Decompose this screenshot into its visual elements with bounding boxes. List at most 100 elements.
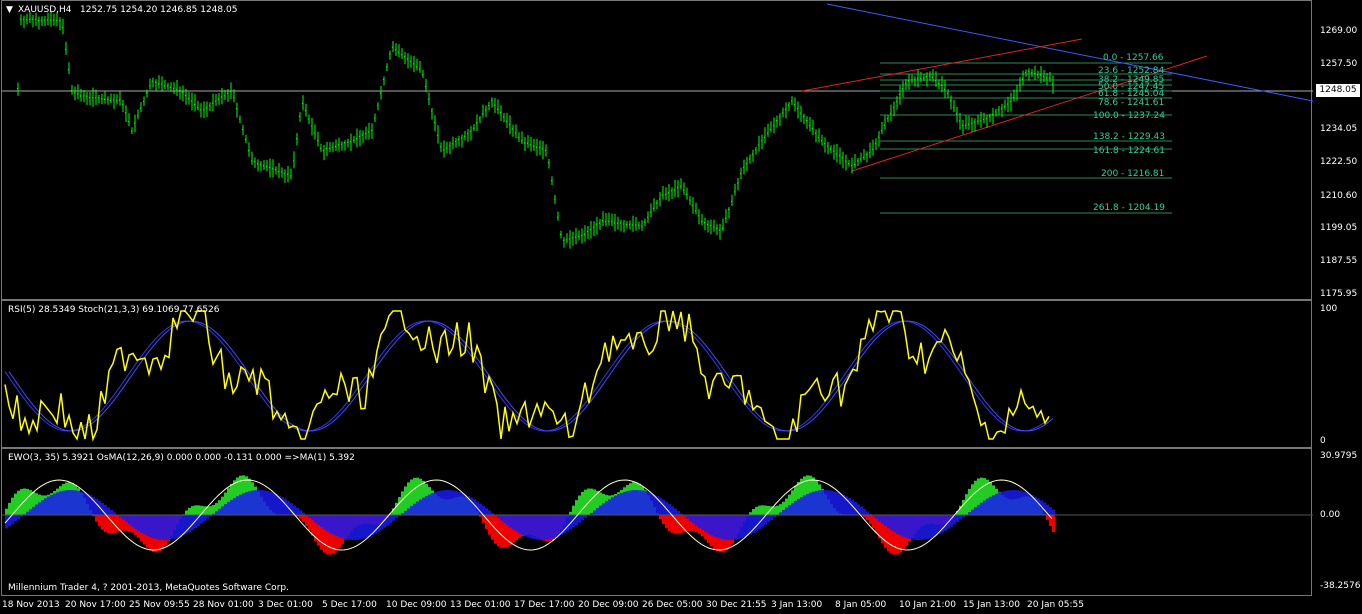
osma-bar xyxy=(500,515,503,521)
osma-bar xyxy=(161,515,164,540)
osma-bar xyxy=(545,515,548,540)
osma-bar xyxy=(701,515,704,530)
price-bar-tick xyxy=(934,79,937,82)
osma-bar xyxy=(245,492,248,515)
osma-bar xyxy=(755,515,758,532)
fib-label: 138.2 - 1229.43 xyxy=(1093,132,1165,142)
price-bar-tick xyxy=(313,132,316,134)
osma-bar xyxy=(344,515,347,540)
osma-bar xyxy=(932,515,935,538)
price-bar-tick xyxy=(706,223,709,226)
ewo-bar xyxy=(191,506,194,515)
osma-bar xyxy=(503,515,506,523)
osma-bar xyxy=(818,490,821,515)
ewo-bar xyxy=(590,488,593,515)
osma-bar xyxy=(365,515,368,538)
osma-bar xyxy=(362,515,365,539)
price-bar-tick xyxy=(196,106,199,109)
osma-bar xyxy=(785,507,788,515)
price-bar-tick xyxy=(769,128,772,131)
price-bar-tick xyxy=(1030,72,1033,74)
osma-bar xyxy=(923,515,926,540)
price-bar-tick xyxy=(925,75,928,78)
price-bar-tick xyxy=(661,194,664,196)
price-bar-tick xyxy=(337,144,340,146)
osma-bar xyxy=(650,493,653,515)
ewo-bar xyxy=(20,488,23,515)
ewo-osma-panel[interactable]: EWO(3, 35) 5.3921 OsMA(12,26,9) 0.000 0.… xyxy=(1,448,1313,596)
osma-bar xyxy=(746,515,749,537)
osma-bar xyxy=(713,515,716,537)
osma-bar xyxy=(935,515,938,536)
osma-bar xyxy=(836,492,839,515)
osma-bar xyxy=(782,510,785,515)
fib-label: 161.8 - 1224.61 xyxy=(1093,146,1165,156)
price-bar-tick xyxy=(595,223,598,226)
price-bar-tick xyxy=(244,138,247,141)
ewo-bar xyxy=(398,497,401,515)
osma-bar xyxy=(131,515,134,527)
osma-bar xyxy=(32,506,35,515)
ewo-bar xyxy=(5,508,8,515)
osma-bar xyxy=(581,515,584,521)
ewo-bar xyxy=(197,505,200,515)
osma-bar xyxy=(536,515,539,540)
rsi-stoch-panel[interactable]: RSI(5) 28.5349 Stoch(21,3,3) 69.1069 77.… xyxy=(1,300,1312,448)
osma-bar xyxy=(464,494,467,515)
time-axis-label: 13 Dec 01:00 xyxy=(450,600,511,610)
price-axis-label: 1175.95 xyxy=(1320,289,1358,299)
time-axis-label: 20 Nov 17:00 xyxy=(65,600,126,610)
price-bar-tick xyxy=(412,63,415,65)
current-price-marker: 1248.05 xyxy=(1316,84,1360,97)
osma-bar xyxy=(188,515,191,533)
copyright-footer: Millennium Trader 4, ? 2001-2013, MetaQu… xyxy=(8,583,289,593)
price-bar-tick xyxy=(898,93,901,96)
price-bar-tick xyxy=(931,76,934,79)
time-axis-label: 15 Jan 13:00 xyxy=(963,600,1020,610)
ewo-bar xyxy=(401,491,404,515)
osma-bar xyxy=(38,502,41,515)
osma-bar xyxy=(86,493,89,515)
osma-bar xyxy=(422,497,425,515)
osma-bar xyxy=(1019,490,1022,515)
fib-label: 261.8 - 1204.19 xyxy=(1093,203,1165,213)
ewo-bar xyxy=(755,506,758,515)
price-bar-tick xyxy=(37,19,40,22)
price-bar-tick xyxy=(523,141,526,144)
osma-bar xyxy=(200,515,203,524)
price-axis-label: 1222.50 xyxy=(1320,157,1358,167)
ewo-bar xyxy=(8,502,11,515)
osma-bar xyxy=(839,493,842,515)
price-bar-tick xyxy=(277,170,280,173)
osma-bar xyxy=(986,498,989,515)
osma-bar xyxy=(815,490,818,515)
osma-bar xyxy=(179,515,182,537)
osma-bar xyxy=(797,498,800,515)
ewo-bar xyxy=(572,505,575,515)
price-bar-tick xyxy=(742,167,745,169)
osma-bar xyxy=(80,491,83,515)
price-bar-tick xyxy=(211,102,214,105)
price-bar-tick xyxy=(253,160,256,163)
price-bar-tick xyxy=(256,162,259,165)
ewo-bar xyxy=(584,489,587,515)
chart-menu-icon[interactable]: ▼ xyxy=(6,5,13,15)
osma-bar xyxy=(455,491,458,515)
osma-bar xyxy=(971,509,974,515)
price-bar-tick xyxy=(58,19,61,22)
price-bar-tick xyxy=(394,48,397,51)
osma-bar xyxy=(1037,498,1040,515)
time-axis-label: 17 Dec 17:00 xyxy=(514,600,575,610)
ewo-bar xyxy=(101,515,104,530)
osma-bar xyxy=(527,515,530,538)
osma-bar xyxy=(605,501,608,515)
osma-bar xyxy=(59,491,62,515)
ewo-bar xyxy=(185,510,188,515)
osma-bar xyxy=(173,515,176,539)
osma-bar xyxy=(323,515,326,530)
osma-bar xyxy=(44,498,47,515)
price-axis-label: 1199.05 xyxy=(1320,223,1358,233)
osma-bar xyxy=(125,515,128,523)
osma-bar xyxy=(269,491,272,515)
osma-bar xyxy=(71,490,74,515)
